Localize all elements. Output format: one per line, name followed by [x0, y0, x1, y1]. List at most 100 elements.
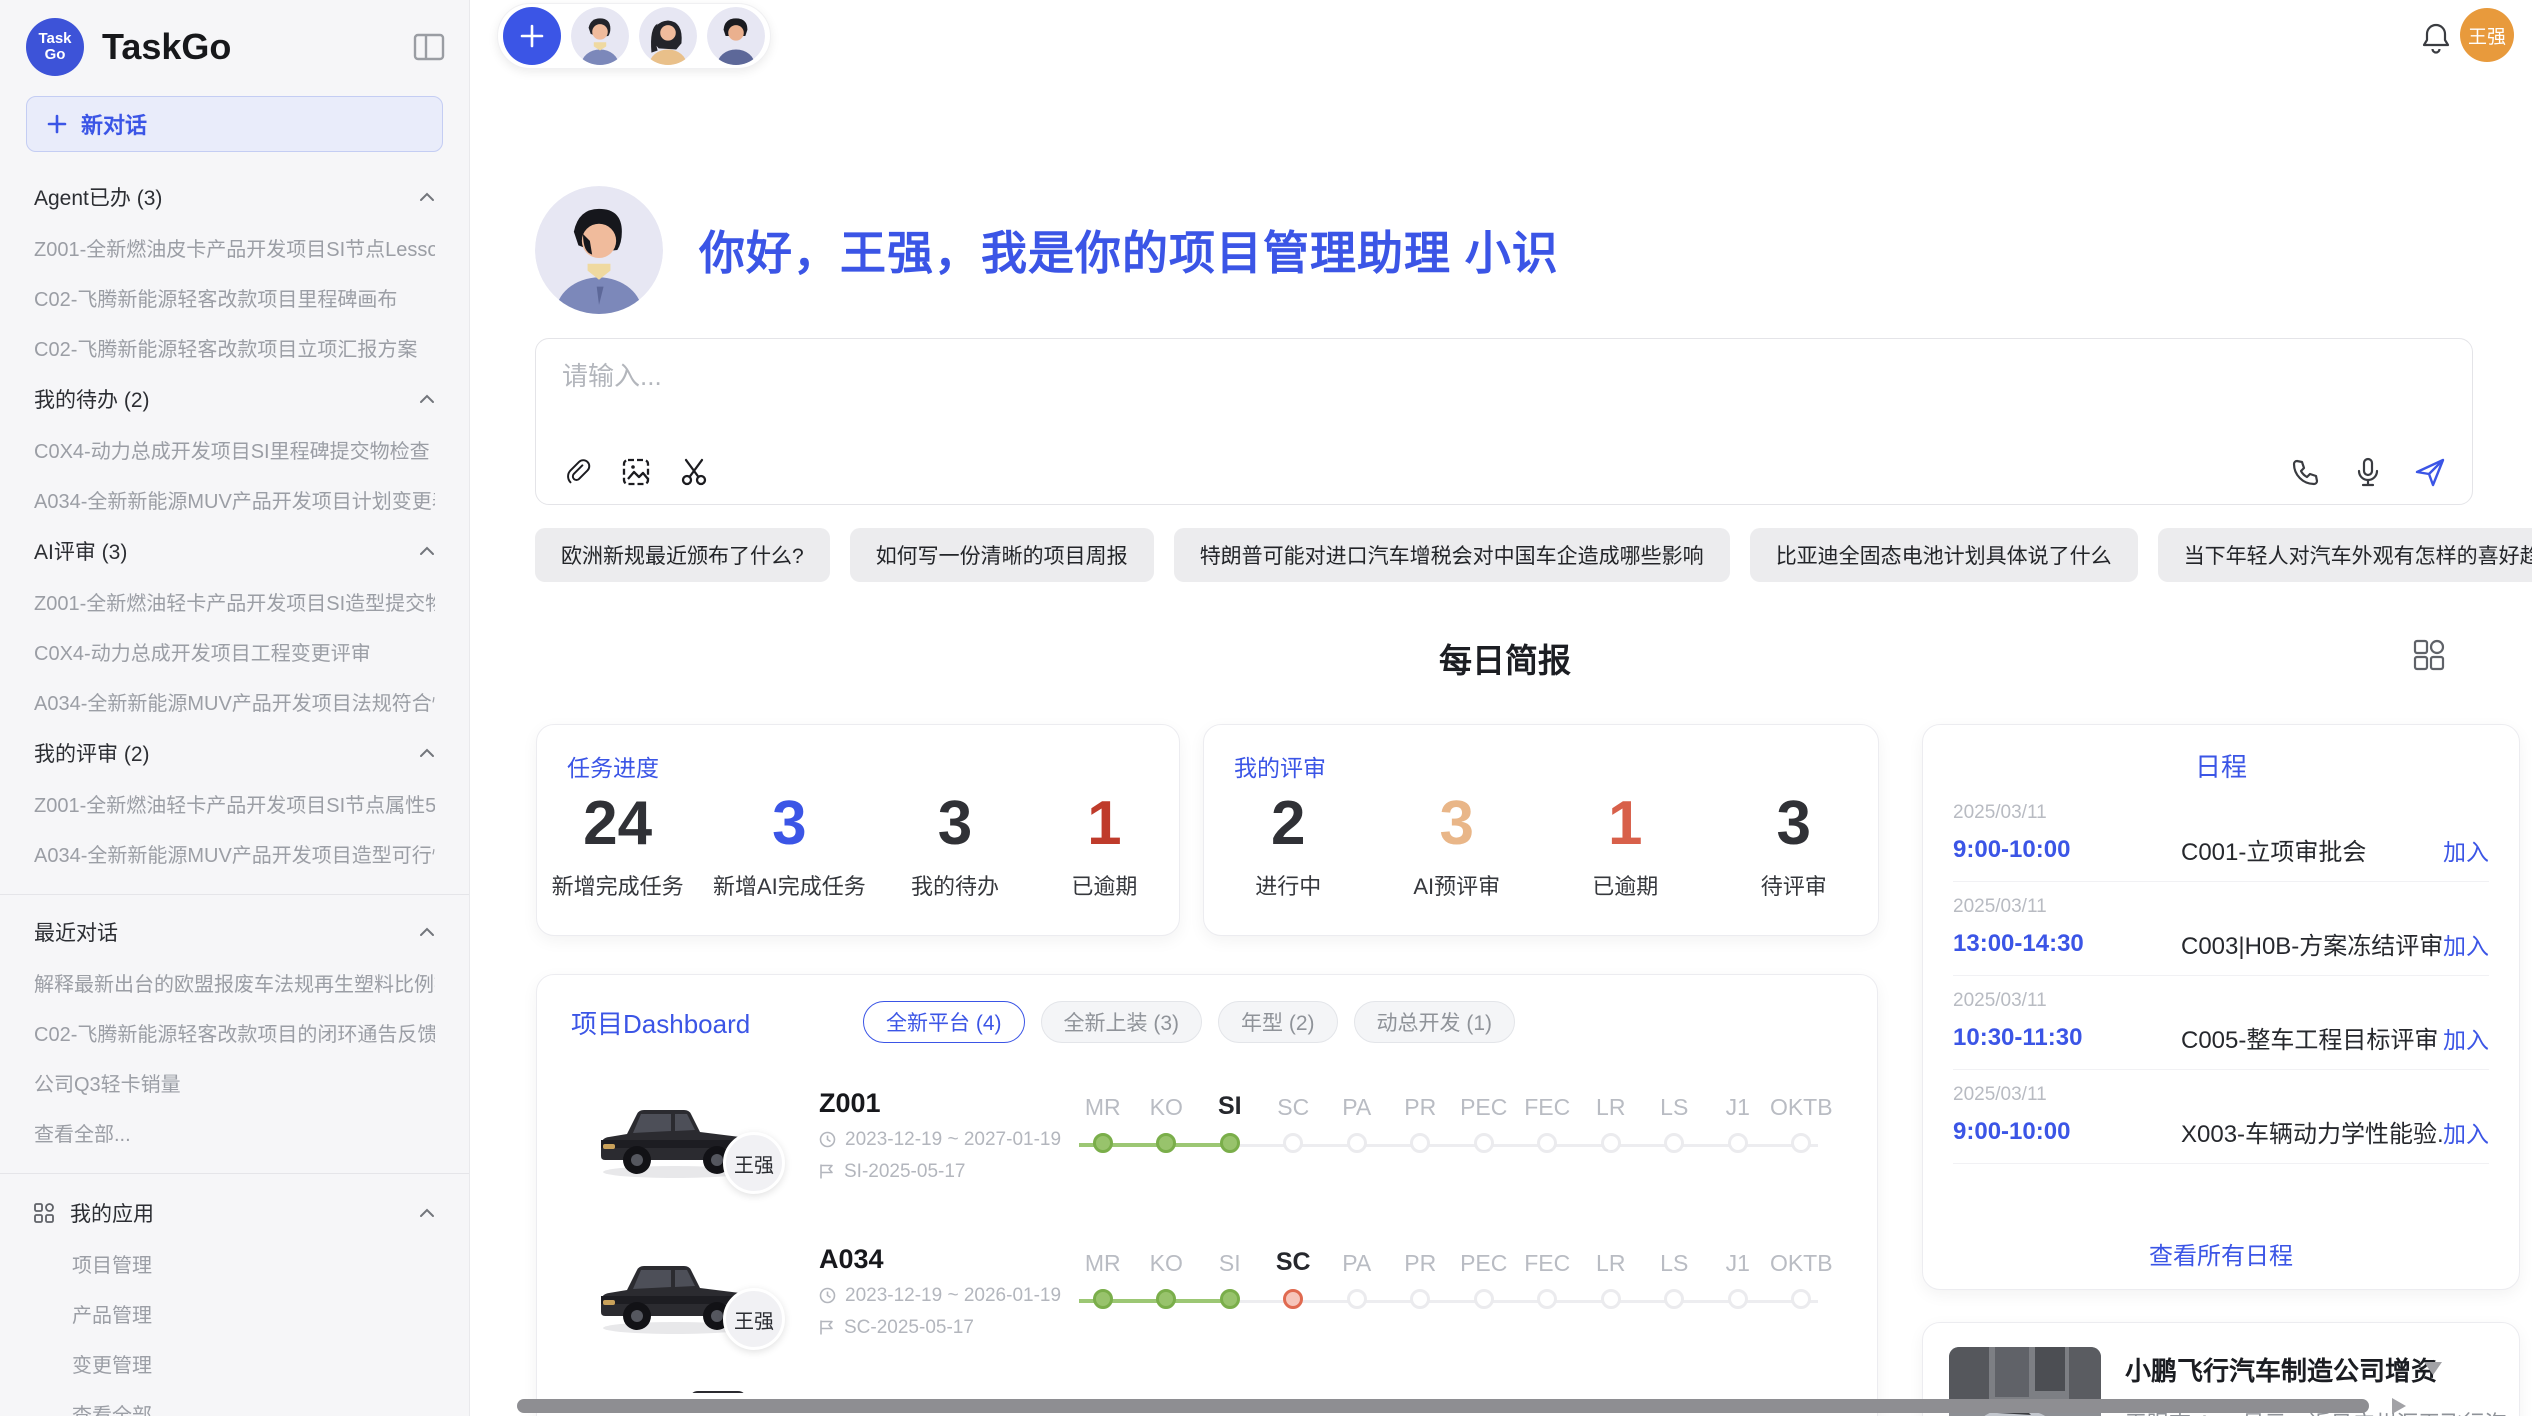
notification-bell-icon[interactable]: [2420, 21, 2452, 55]
milestone-node: [1410, 1133, 1430, 1153]
list-item[interactable]: C0X4-动力总成开发项目SI里程碑提交物检查: [34, 435, 435, 464]
milestone-node: [1283, 1133, 1303, 1153]
tab-year-model[interactable]: 年型 (2): [1218, 1001, 1338, 1043]
new-chat-button[interactable]: 新对话: [26, 96, 443, 152]
milestone-label: J1: [1726, 1239, 1750, 1277]
image-icon[interactable]: [620, 456, 652, 488]
send-icon[interactable]: [2414, 456, 2446, 488]
milestone-label: FEC: [1524, 1083, 1570, 1121]
sidebar-list: Agent已办 (3) Z001-全新燃油皮卡产品开发项目SI节点Lesson …: [0, 156, 469, 1416]
tab-new-body[interactable]: 全新上装 (3): [1041, 1001, 1203, 1043]
sidebar-item-project-mgmt[interactable]: 项目管理: [72, 1249, 435, 1278]
stat: 2 进行中: [1228, 785, 1348, 901]
join-link[interactable]: 加入: [2443, 927, 2489, 961]
list-item[interactable]: C02-飞腾新能源轻客改款项目里程碑画布: [34, 283, 435, 312]
view-all-chats[interactable]: 查看全部...: [34, 1118, 435, 1147]
horizontal-scrollbar-thumb[interactable]: [517, 1399, 2369, 1413]
section-agent-done[interactable]: Agent已办 (3): [34, 182, 435, 212]
event-name: C005-整车工程目标评审: [2181, 1020, 2443, 1055]
milestone-node: [1410, 1289, 1430, 1309]
list-item[interactable]: Z001-全新燃油轻卡产品开发项目SI节点属性5D文件评审: [34, 789, 435, 818]
milestone-label: PA: [1342, 1083, 1371, 1121]
chevron-up-icon: [419, 394, 435, 404]
scroll-right-arrow[interactable]: [2392, 1398, 2406, 1414]
sidebar-item-my-apps[interactable]: 我的应用: [34, 1198, 435, 1228]
clock-icon: [819, 1131, 836, 1148]
sidebar: Task Go TaskGo 新对话 Agent已办 (3) Z001-全新燃油…: [0, 0, 470, 1416]
list-item[interactable]: Z001-全新燃油轻卡产品开发项目SI造型提交物评审: [34, 587, 435, 616]
list-item[interactable]: A034-全新新能源MUV产品开发项目造型可行性评审: [34, 839, 435, 868]
dashboard-tabs: 全新平台 (4) 全新上装 (3) 年型 (2) 动总开发 (1): [863, 1001, 1515, 1043]
milestone-node: [1347, 1289, 1367, 1309]
app-title: TaskGo: [102, 26, 413, 68]
join-link[interactable]: 加入: [2443, 833, 2489, 867]
project-row[interactable]: 王强 Z001 2023-12-19 ~ 2027-01-19: [591, 1057, 1833, 1213]
list-item[interactable]: C0X4-动力总成开发项目工程变更评审: [34, 637, 435, 666]
milestone-label: J1: [1726, 1083, 1750, 1121]
list-item[interactable]: A034-全新新能源MUV产品开发项目法规符合性评审: [34, 687, 435, 716]
list-item[interactable]: Z001-全新燃油皮卡产品开发项目SI节点Lesson Learn报告: [34, 233, 435, 262]
event-name: C001-立项审批会: [2181, 832, 2443, 867]
list-item[interactable]: 公司Q3轻卡销量: [34, 1068, 435, 1097]
flag-icon: [819, 1319, 835, 1336]
join-link[interactable]: 加入: [2443, 1021, 2489, 1055]
list-item[interactable]: 解释最新出台的欧盟报废车法规再生塑料比例被调至15%...: [34, 968, 435, 997]
vehicle-image-partial: [645, 1369, 813, 1393]
section-my-todo[interactable]: 我的待办 (2): [34, 384, 435, 414]
list-item[interactable]: A034-全新新能源MUV产品开发项目计划变更表编写: [34, 485, 435, 514]
chevron-up-icon: [419, 192, 435, 202]
milestone-node: [1474, 1133, 1494, 1153]
stat-label: AI预评审: [1397, 869, 1517, 901]
schedule-event: 2025/03/11 10:30-11:30 C005-整车工程目标评审 加入: [1953, 976, 2489, 1070]
apps-grid-icon: [34, 1203, 54, 1223]
stat-value: 1: [1565, 785, 1685, 863]
phone-icon[interactable]: [2290, 456, 2322, 488]
sidebar-item-product-mgmt[interactable]: 产品管理: [72, 1299, 435, 1328]
chat-input[interactable]: [562, 361, 2262, 392]
agent-avatar[interactable]: [707, 7, 765, 65]
tab-new-platform[interactable]: 全新平台 (4): [863, 1001, 1025, 1043]
list-item[interactable]: C02-飞腾新能源轻客改款项目的闭环通告反馈情况: [34, 1018, 435, 1047]
project-row[interactable]: 王强 A034 2023-12-19 ~ 2026-01-19: [591, 1213, 1833, 1369]
sidebar-collapse-icon[interactable]: [413, 33, 445, 61]
milestone-label: LR: [1596, 1083, 1625, 1121]
section-title: 我的评审 (2): [34, 738, 150, 768]
stat-value: 1: [1044, 785, 1164, 863]
layout-grid-icon[interactable]: [2412, 638, 2446, 672]
milestone-node: [1728, 1133, 1748, 1153]
suggestion-chip[interactable]: 当下年轻人对汽车外观有怎样的喜好趋势: [2158, 528, 2532, 582]
app-logo: Task Go: [26, 18, 84, 76]
section-my-review[interactable]: 我的评审 (2): [34, 738, 435, 768]
suggestion-chip[interactable]: 欧洲新规最近颁布了什么?: [535, 528, 830, 582]
scissors-icon[interactable]: [678, 456, 710, 488]
list-item[interactable]: C02-飞腾新能源轻客改款项目立项汇报方案: [34, 333, 435, 362]
sidebar-item-change-mgmt[interactable]: 变更管理: [72, 1349, 435, 1378]
suggestion-chip[interactable]: 比亚迪全固态电池计划具体说了什么: [1750, 528, 2138, 582]
logo-line-2: Go: [45, 47, 66, 63]
milestone-node-overdue: [1283, 1289, 1303, 1309]
suggestion-chip[interactable]: 如何写一份清晰的项目周报: [850, 528, 1154, 582]
view-all-schedule[interactable]: 查看所有日程: [1923, 1220, 2519, 1289]
agent-avatar[interactable]: [571, 7, 629, 65]
milestone-node-done: [1093, 1289, 1113, 1309]
suggestion-chip[interactable]: 特朗普可能对进口汽车增税会对中国车企造成哪些影响: [1174, 528, 1730, 582]
join-link[interactable]: 加入: [2443, 1115, 2489, 1149]
attachment-icon[interactable]: [562, 456, 594, 488]
section-recent-chats[interactable]: 最近对话: [34, 917, 435, 947]
stat-label: 进行中: [1228, 869, 1348, 901]
card-title: 任务进度: [537, 725, 1179, 783]
stat: 3 新增AI完成任务: [713, 785, 866, 901]
section-ai-review[interactable]: AI评审 (3): [34, 536, 435, 566]
view-all-apps[interactable]: 查看全部...: [72, 1399, 435, 1416]
milestone-node: [1728, 1289, 1748, 1309]
scroll-down-arrow[interactable]: [2424, 1362, 2442, 1375]
microphone-icon[interactable]: [2352, 456, 2384, 488]
agent-avatar[interactable]: [639, 7, 697, 65]
milestone-label: FEC: [1524, 1239, 1570, 1277]
stat: 24 新增完成任务: [552, 785, 684, 901]
tab-powertrain[interactable]: 动总开发 (1): [1354, 1001, 1516, 1043]
user-avatar[interactable]: 王强: [2460, 8, 2514, 62]
add-agent-button[interactable]: [503, 7, 561, 65]
milestone-node: [1537, 1133, 1557, 1153]
section-title: 最近对话: [34, 917, 118, 947]
